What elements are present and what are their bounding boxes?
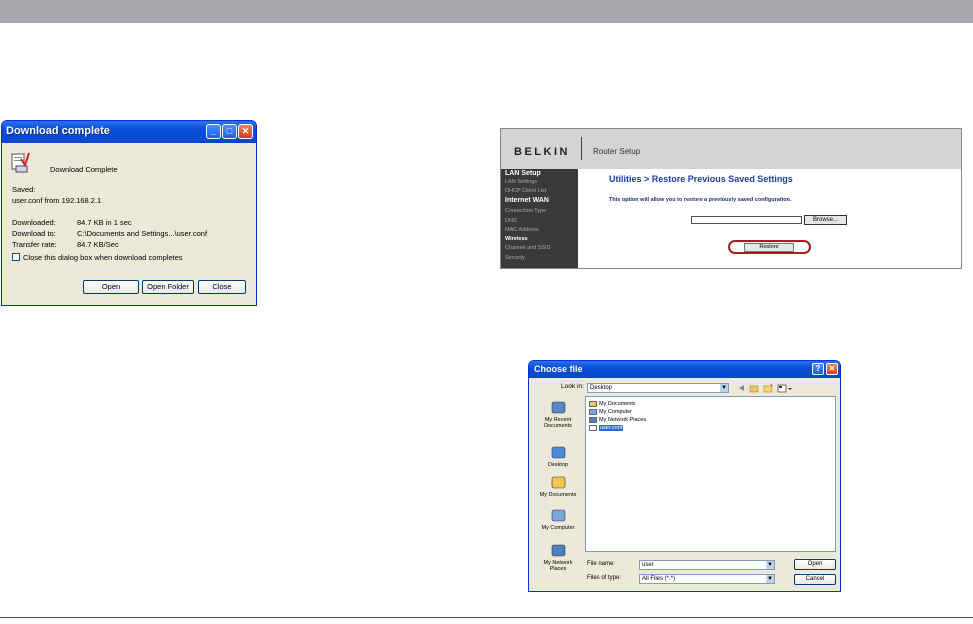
file-name-label: File name: — [587, 561, 616, 567]
place-desktop[interactable]: Desktop — [535, 445, 581, 468]
place-my-computer[interactable]: My Computer — [535, 508, 581, 531]
page-title: Utilities > Restore Previous Saved Setti… — [609, 174, 793, 184]
transfer-rate-value: 84.7 KB/Sec — [77, 240, 119, 249]
folder-icon — [589, 409, 597, 415]
files-of-type-dropdown[interactable]: All Files (*.*) ▼ — [639, 574, 775, 584]
sidebar-item-channel-and-ssid[interactable]: Channel and SSID — [505, 245, 551, 251]
belkin-logo: BELKIN — [514, 146, 570, 158]
files-of-type-label: Files of type: — [587, 575, 622, 581]
files-of-type-value: All Files (*.*) — [642, 576, 676, 582]
desktop-icon — [551, 446, 565, 459]
chevron-down-icon[interactable]: ▼ — [766, 561, 774, 569]
page-footer-rule — [0, 617, 973, 618]
choose-file-dialog: Choose file ? ✕ Look in: Desktop ▼ My Re… — [528, 360, 841, 592]
open-folder-button[interactable]: Open Folder — [142, 280, 194, 294]
place-my-documents[interactable]: My Documents — [535, 475, 581, 498]
folder-icon — [589, 417, 597, 423]
look-in-value: Desktop — [590, 385, 613, 391]
file-item[interactable]: My Documents — [589, 400, 636, 408]
download-document-icon — [11, 152, 30, 173]
downloaded-label: Downloaded: — [12, 218, 56, 227]
restore-highlight: Restore — [728, 240, 811, 254]
file-item[interactable]: My Computer — [589, 408, 632, 416]
sidebar-item-security[interactable]: Security — [505, 255, 525, 261]
file-name-input[interactable]: user ▼ — [639, 560, 775, 570]
close-icon[interactable]: ✕ — [238, 124, 253, 139]
file-name-value: user — [642, 562, 654, 568]
dialog-title: Download complete — [6, 125, 110, 137]
close-button[interactable]: Close — [198, 280, 246, 294]
saved-value: user.conf from 192.168.2.1 — [12, 196, 102, 205]
up-folder-icon[interactable] — [749, 385, 759, 393]
download-to-value: C:\Documents and Settings...\user.conf — [77, 229, 208, 238]
folder-icon — [589, 401, 597, 407]
dialog-title-bar[interactable]: Choose file ? ✕ — [529, 361, 840, 378]
minimize-icon[interactable]: _ — [206, 124, 221, 139]
sidebar-item-internet-wan[interactable]: Internet WAN — [505, 197, 549, 204]
sidebar-item-dhcp-client-list[interactable]: DHCP Client List — [505, 188, 546, 194]
place-label: Desktop — [547, 462, 569, 468]
file-item-label: user.conf — [599, 425, 624, 431]
sidebar-item-dns[interactable]: DNS — [505, 218, 517, 224]
my-documents-icon — [551, 476, 565, 489]
sidebar-item-lan-setup[interactable]: LAN Setup — [505, 170, 541, 177]
chevron-down-icon[interactable]: ▼ — [766, 575, 774, 583]
places-bar: My Recent Documents Desktop My Documents My… — [535, 396, 581, 576]
network-places-icon — [551, 544, 565, 557]
close-icon[interactable]: ✕ — [826, 363, 838, 375]
page-description: This option will allow you to restore a … — [609, 197, 792, 203]
close-when-complete-label: Close this dialog box when download comp… — [23, 253, 183, 262]
header-divider — [581, 137, 582, 160]
page-header-bar — [0, 0, 973, 23]
sidebar-item-connection-type[interactable]: Connection Type — [505, 208, 546, 214]
look-in-dropdown[interactable]: Desktop ▼ — [587, 383, 729, 393]
maximize-icon[interactable]: □ — [222, 124, 237, 139]
file-item[interactable]: My Network Places — [589, 416, 646, 424]
router-restore-page: BELKIN Router Setup LAN Setup LAN Setting… — [500, 128, 962, 269]
file-icon — [589, 425, 597, 431]
file-item-label: My Computer — [599, 409, 633, 415]
new-folder-icon[interactable] — [763, 383, 773, 393]
place-my-network-places[interactable]: My Network Places — [535, 543, 581, 572]
cancel-button[interactable]: Cancel — [794, 574, 836, 585]
router-sidebar: LAN Setup LAN Settings DHCP Client List Int… — [501, 169, 578, 268]
file-item-label: My Network Places — [599, 417, 647, 423]
my-computer-icon — [551, 509, 565, 522]
sidebar-item-mac-address[interactable]: MAC Address — [505, 227, 539, 233]
place-label: My Network Places — [543, 560, 573, 572]
navigation-toolbar — [739, 383, 792, 393]
place-my-recent-documents[interactable]: My Recent Documents — [535, 400, 581, 429]
sidebar-item-lan-settings[interactable]: LAN Settings — [505, 179, 537, 185]
open-button[interactable]: Open — [794, 559, 836, 570]
transfer-rate-label: Transfer rate: — [12, 240, 57, 249]
place-label: My Documents — [539, 492, 577, 498]
place-label: My Computer — [541, 525, 575, 531]
router-header: BELKIN Router Setup — [501, 129, 961, 169]
place-label: My Recent Documents — [544, 417, 572, 429]
back-icon[interactable] — [739, 385, 744, 391]
restore-file-input[interactable] — [691, 216, 802, 224]
open-button[interactable]: Open — [83, 280, 139, 294]
download-to-label: Download to: — [12, 229, 56, 238]
sidebar-item-wireless[interactable]: Wireless — [505, 236, 528, 242]
download-complete-dialog: Download complete _ □ ✕ Download Complet… — [1, 120, 257, 306]
browse-button[interactable]: Browse... — [804, 215, 847, 225]
restore-button[interactable]: Restore — [744, 243, 794, 252]
download-heading: Download Complete — [50, 165, 118, 174]
file-item[interactable]: user.conf — [589, 424, 624, 432]
close-when-complete-checkbox[interactable] — [12, 253, 20, 261]
look-in-label: Look in: — [561, 383, 584, 390]
file-item-label: My Documents — [599, 401, 636, 407]
saved-label: Saved: — [12, 185, 36, 194]
view-menu-icon[interactable] — [777, 384, 792, 393]
recent-documents-icon — [551, 401, 565, 414]
chevron-down-icon[interactable]: ▼ — [720, 384, 728, 392]
downloaded-value: 84.7 KB in 1 sec — [77, 218, 132, 227]
help-icon[interactable]: ? — [812, 363, 824, 375]
router-setup-title: Router Setup — [593, 147, 641, 156]
file-list[interactable]: My Documents My Computer My Network Places… — [585, 396, 836, 552]
dialog-title-bar[interactable]: Download complete _ □ ✕ — [2, 121, 256, 143]
dialog-title: Choose file — [534, 364, 583, 374]
